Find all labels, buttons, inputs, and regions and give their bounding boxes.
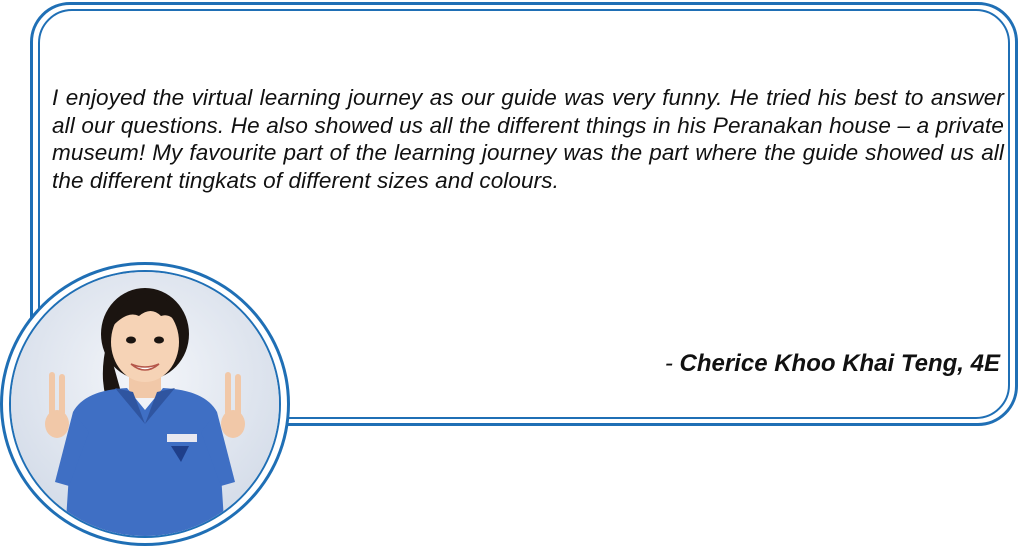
student-photo bbox=[9, 270, 281, 538]
attribution-dash: - bbox=[664, 350, 680, 377]
student-illustration bbox=[11, 272, 279, 536]
attribution-name: Cherice Khoo Khai Teng, 4E bbox=[679, 350, 1001, 377]
testimonial-quote: I enjoyed the virtual learning journey a… bbox=[52, 85, 1004, 193]
testimonial-attribution: - Cherice Khoo Khai Teng, 4E bbox=[665, 350, 1000, 378]
